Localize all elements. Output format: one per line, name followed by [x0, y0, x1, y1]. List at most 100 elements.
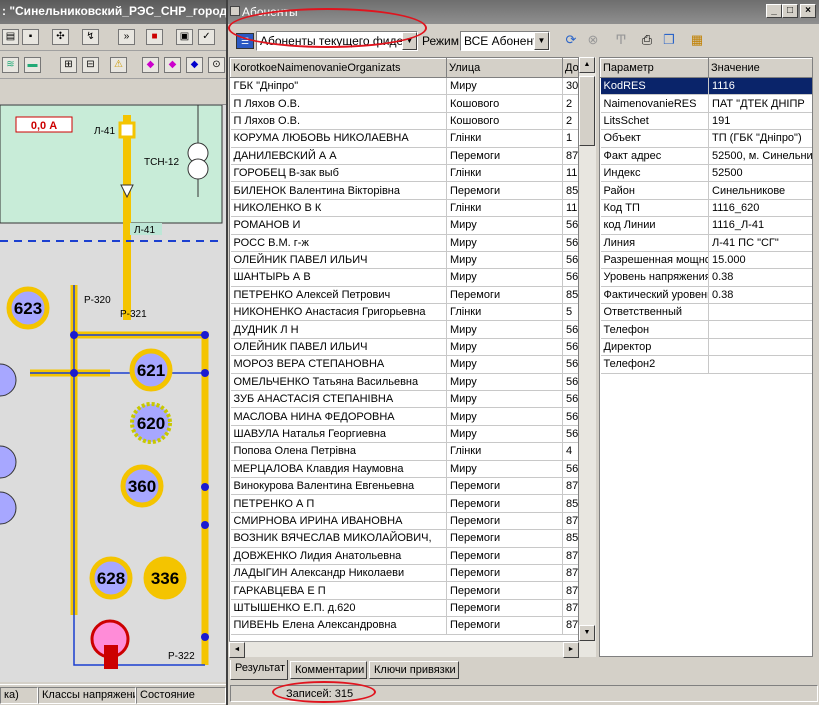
scroll-right-icon[interactable]: ► — [563, 642, 579, 658]
subscribers-grid[interactable]: KorotkoeNaimenovanieOrganizats Улица До … — [229, 57, 579, 657]
table-row[interactable]: НИКОНЕНКО Анастасия Григорьевна Глінки 5 — [230, 303, 578, 322]
table-row[interactable]: ПЕТРЕНКО Алексей Петрович Перемоги 85 — [230, 286, 578, 305]
copy-icon[interactable]: ❐ — [660, 31, 678, 49]
table-row[interactable]: ОЛЕЙНИК ПАВЕЛ ИЛЬИЧМиру56/ — [230, 251, 578, 270]
table-row[interactable]: НИКОЛЕНКО В К Глінки 11 — [230, 199, 578, 218]
tab-comments[interactable]: Комментарии — [290, 661, 367, 679]
vertical-scrollbar[interactable]: ▲ ▼ — [579, 57, 596, 657]
stop-icon[interactable]: ■ — [146, 29, 163, 45]
print-icon[interactable]: ▤ — [2, 29, 19, 45]
scope-select[interactable]: Абоненты текущего фидера ▼ — [256, 31, 418, 51]
parameter-row[interactable]: Район Синельникове — [600, 181, 812, 200]
run-icon[interactable]: ↯ — [82, 29, 99, 45]
close-button[interactable]: × — [800, 4, 816, 18]
table-row[interactable]: СМИРНОВА ИРИНА ИВАНОВНА Перемоги 87 — [230, 512, 578, 531]
schematic-canvas[interactable]: 0,0 А Л-41 ТСН-12 Л-41 Р-320 Р-321 Р-322… — [0, 104, 226, 682]
check-icon[interactable]: ✓ — [198, 29, 215, 45]
table-row[interactable]: ПЕТРЕНКО А ППеремоги85/ — [230, 494, 578, 513]
more-icon[interactable]: » — [118, 29, 135, 45]
minimize-button[interactable]: _ — [766, 4, 782, 18]
table-row[interactable]: ДАНИЛЕВСКИЙ А А Перемоги 87 — [230, 147, 578, 165]
node3-icon[interactable]: ◆ — [186, 57, 203, 73]
column-header-parameter[interactable]: Параметр — [600, 58, 709, 78]
table-row[interactable]: Винокурова Валентина Евгеньевна Перемоги 8… — [230, 477, 578, 496]
tab-result[interactable]: Результат — [230, 660, 288, 680]
table-row[interactable]: МАСЛОВА НИНА ФЕДОРОВНА Миру 56 — [230, 407, 578, 426]
table-row[interactable]: ГОРОБЕЦ В-зак выб Глінки 11 — [230, 164, 578, 183]
table-row[interactable]: ГБК "Дніпро" Миру 30 — [230, 77, 578, 96]
table-row[interactable]: ВОЗНИК ВЯЧЕСЛАВ МИКОЛАЙОВИЧ,Перемоги85/ — [230, 529, 578, 548]
parameter-row[interactable]: Код ТП 1116_620 — [600, 199, 812, 218]
parameter-row[interactable]: NaimenovanieRES ПАТ "ДТЕК ДНІПР — [600, 94, 812, 113]
column-header-street[interactable]: Улица — [446, 58, 563, 78]
table-row[interactable]: ГАРКАВЦЕВА Е П Перемоги 87 — [230, 581, 578, 600]
save-icon[interactable]: ▪ — [22, 29, 39, 45]
table-row[interactable]: РОМАНОВ И Миру 56 — [230, 216, 578, 235]
table-row[interactable]: ОЛЕЙНИК ПАВЕЛ ИЛЬИЧ Миру 56 — [230, 338, 578, 357]
parameter-row[interactable]: Ответственный — [600, 303, 812, 322]
window-icon[interactable]: ▣ — [176, 29, 193, 45]
column-header-value[interactable]: Значение — [708, 58, 812, 78]
refresh-icon[interactable]: ⟳ — [562, 31, 580, 49]
parameter-row[interactable]: Телефон2 — [600, 355, 812, 374]
table-row[interactable]: РОСС В.М. г-ж Миру 56 — [230, 234, 578, 252]
parameter-row[interactable]: Уровень напряжения 0.38 — [600, 268, 812, 287]
tab-binding-keys[interactable]: Ключи привязки — [369, 661, 459, 679]
scroll-up-icon[interactable]: ▲ — [579, 57, 595, 73]
split-icon[interactable]: ⊟ — [82, 57, 99, 73]
table-row[interactable]: ЗУБ АНАСТАСІЯ СТЕПАНІВНА Миру 56 — [230, 390, 578, 409]
chevron-down-icon[interactable]: ▼ — [402, 32, 417, 50]
table-row[interactable]: МЕРЦАЛОВА Клавдия Наумовна Миру 56 — [230, 460, 578, 478]
column-header-name[interactable]: KorotkoeNaimenovanieOrganizats — [230, 58, 447, 78]
layer-icon[interactable]: ≋ — [2, 57, 19, 73]
parameter-row[interactable]: Объект ТП (ГБК "Дніпро") — [600, 129, 812, 148]
scroll-thumb[interactable] — [579, 76, 595, 146]
table-row[interactable]: ДОВЖЕНКО Лидия Анатольевна Перемоги 87 — [230, 547, 578, 565]
parameter-row[interactable]: Индекс 52500 — [600, 164, 812, 183]
node2-icon[interactable]: ◆ — [164, 57, 181, 73]
table-row[interactable]: Попова Олена Петрівна Глінки 4 — [230, 442, 578, 461]
cancel-icon[interactable]: ⊗ — [584, 31, 602, 49]
table-row[interactable]: МОРОЗ ВЕРА СТЕПАНОВНА Миру 56 — [230, 355, 578, 374]
parameter-row[interactable]: Факт адрес 52500, м. Синельни — [600, 147, 812, 165]
parameter-row[interactable]: код Линии 1116_Л-41 — [600, 216, 812, 235]
mode-select[interactable]: ВСЕ Абоненть ▼ — [460, 31, 550, 51]
parameter-row[interactable]: Директор — [600, 338, 812, 357]
warning-icon[interactable]: ⚠ — [110, 57, 127, 73]
table-row[interactable]: ЛАДЫГИН Александр Николаеви Перемоги 87 — [230, 564, 578, 583]
table-row[interactable]: ШАВУЛА Наталья Георгиевна Миру 56 — [230, 425, 578, 444]
scroll-left-icon[interactable]: ◄ — [229, 642, 245, 658]
print-icon[interactable]: ⎙ — [638, 31, 656, 49]
node-icon[interactable]: ◆ — [142, 57, 159, 73]
parameter-row[interactable]: LitsSchet 191 — [600, 112, 812, 131]
maximize-button[interactable]: □ — [782, 4, 798, 18]
tool-icon[interactable]: ✣ — [52, 29, 69, 45]
parameter-row[interactable]: KodRES 1116 — [600, 77, 812, 96]
table-row[interactable]: ШТЫШЕНКО Е.П. д.620 Перемоги 87 — [230, 599, 578, 618]
tree-icon[interactable]: ⊞ — [60, 57, 77, 73]
subscribers-icon[interactable]: ☰ — [236, 33, 254, 49]
block-icon[interactable]: ▬ — [24, 57, 41, 73]
parameter-row[interactable]: Фактический уровень 0.38 — [600, 286, 812, 305]
parameter-row[interactable]: Линия Л-41 ПС "СГ" — [600, 234, 812, 252]
shape-icon[interactable]: ⊙ — [208, 57, 225, 73]
export-icon[interactable]: ▦ — [688, 31, 706, 49]
column-header-house[interactable]: До — [562, 58, 578, 78]
chevron-down-icon[interactable]: ▼ — [534, 32, 549, 50]
table-row[interactable]: КОРУМА ЛЮБОВЬ НИКОЛАЕВНА Глінки 1 — [230, 129, 578, 148]
window-titlebar[interactable]: Абоненты _ □ × — [228, 0, 819, 24]
parameter-row[interactable]: Телефон — [600, 320, 812, 339]
window-icon[interactable] — [230, 6, 240, 16]
filter-icon[interactable]: Ͳ — [612, 31, 630, 49]
parameters-grid[interactable]: Параметр Значение KodRES 1116 Naimenovanie… — [599, 57, 813, 657]
horizontal-scrollbar[interactable]: ◄ ► — [229, 641, 579, 658]
table-row[interactable]: ПИВЕНЬ Елена Александровна Перемоги 87 — [230, 616, 578, 635]
table-row[interactable]: ДУДНИК Л Н Миру 56 — [230, 320, 578, 339]
table-row[interactable]: БИЛЕНОК Валентина Вікторівна Перемоги 85 — [230, 181, 578, 200]
scroll-down-icon[interactable]: ▼ — [579, 625, 595, 641]
table-row[interactable]: ОМЕЛЬЧЕНКО Татьяна Васильевна Миру 56 — [230, 373, 578, 392]
parameter-row[interactable]: Разрешенная мощнос 15.000 — [600, 251, 812, 270]
table-row[interactable]: ШАНТЫРЬ А В Миру 56 — [230, 268, 578, 287]
table-row[interactable]: П Ляхов О.В. Кошового 2 — [230, 112, 578, 131]
table-row[interactable]: П Ляхов О.В. Кошового 2 — [230, 94, 578, 113]
